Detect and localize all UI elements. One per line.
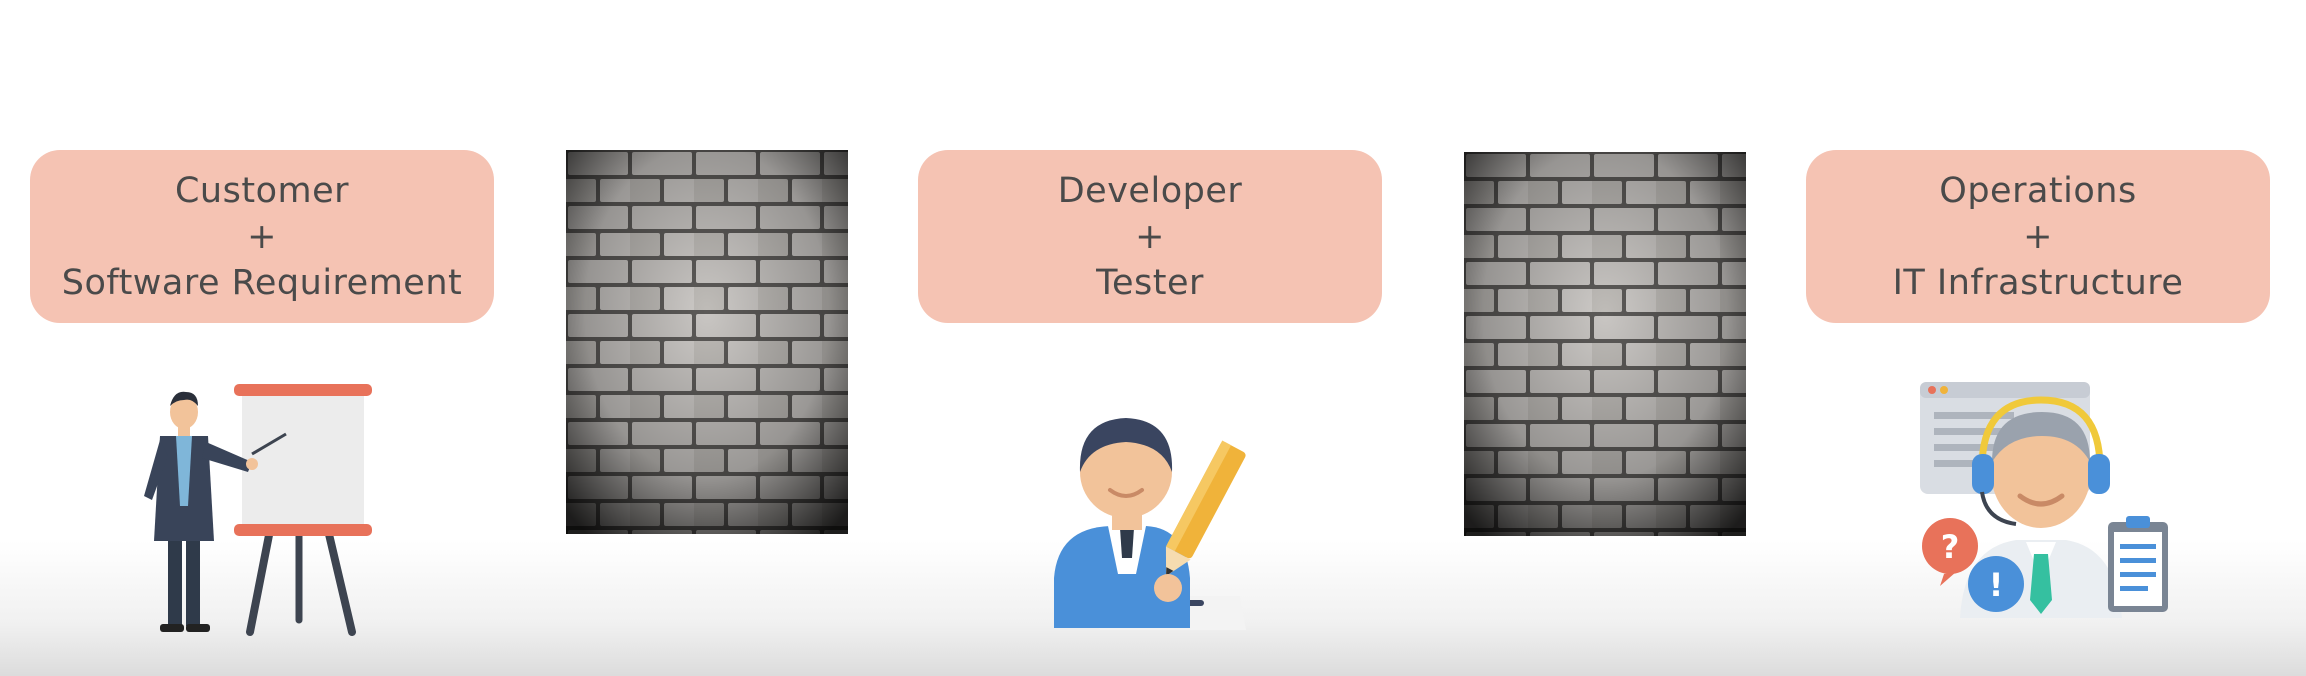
customer-box: Customer + Software Requirement: [30, 150, 494, 323]
developer-box-line-1: Developer: [1057, 170, 1243, 211]
operations-box-line-2: +: [2023, 216, 2053, 257]
svg-text:!: !: [1989, 566, 2004, 604]
brick-wall-2-graphic: [1464, 152, 1746, 536]
brick-wall-2: [1464, 152, 1746, 536]
diagram-canvas: Customer + Software Requirement Develope…: [0, 0, 2306, 676]
developer-box-line-2: +: [1135, 216, 1165, 257]
support-agent-icon: ? !: [1920, 382, 2168, 618]
brick-wall-1-graphic: [566, 150, 848, 534]
customer-box-line-3: Software Requirement: [61, 262, 463, 303]
svg-text:?: ?: [1941, 528, 1960, 566]
brick-wall-1: [566, 150, 848, 534]
operations-box: Operations + IT Infrastructure: [1806, 150, 2270, 323]
developer-box: Developer + Tester: [918, 150, 1382, 323]
presenter-icon: [144, 384, 372, 636]
developer-writing-icon: [1054, 418, 1246, 630]
customer-box-line-1: Customer: [174, 170, 349, 211]
operations-box-line-3: IT Infrastructure: [1892, 262, 2184, 303]
customer-box-line-2: +: [247, 216, 277, 257]
operations-box-line-1: Operations: [1939, 170, 2137, 211]
developer-box-line-3: Tester: [1096, 262, 1204, 303]
